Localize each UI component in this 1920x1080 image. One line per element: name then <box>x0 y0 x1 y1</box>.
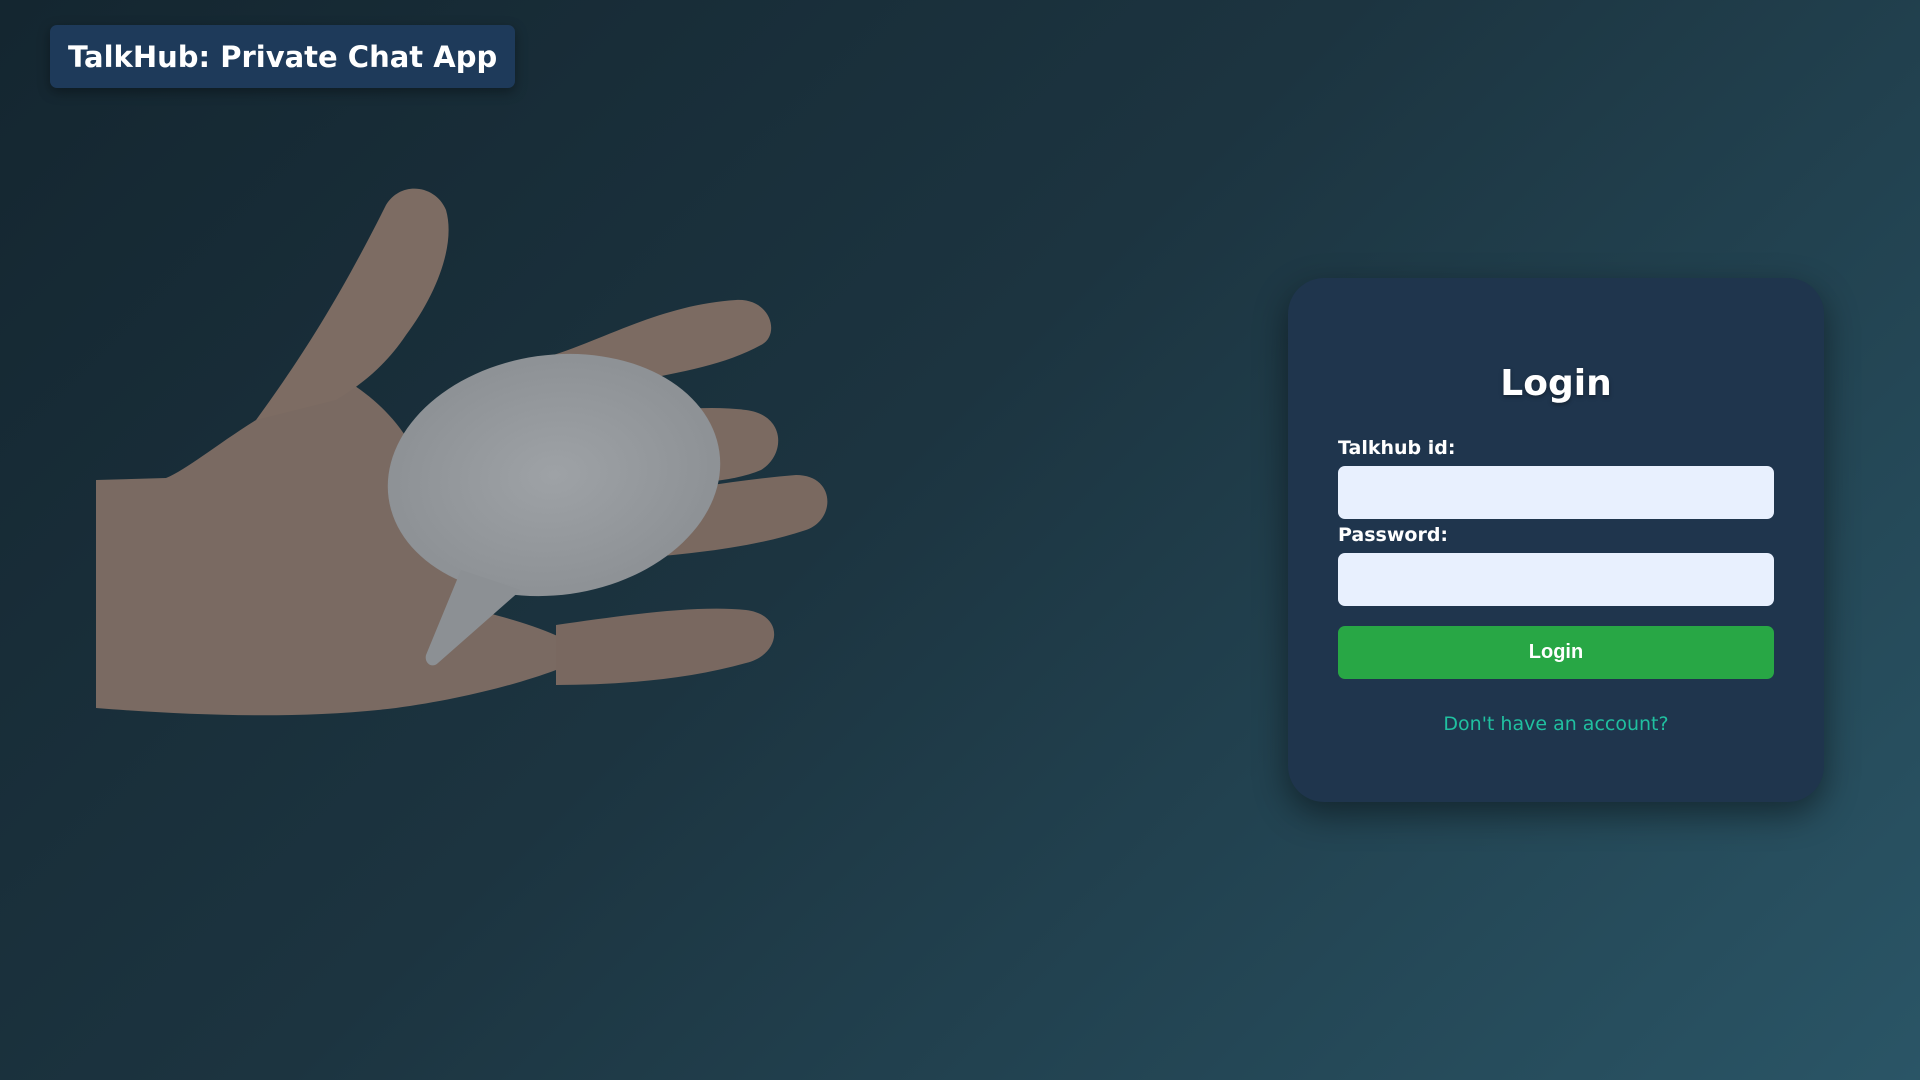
password-label: Password: <box>1338 524 1449 546</box>
login-button[interactable]: Login <box>1338 626 1774 679</box>
app-title: TalkHub: Private Chat App <box>50 25 516 88</box>
talkhub-id-label: Talkhub id: <box>1338 437 1456 459</box>
signup-link[interactable]: Don't have an account? <box>1338 713 1774 735</box>
hand-speech-bubble-icon <box>96 188 828 716</box>
login-heading: Login <box>1500 363 1612 404</box>
password-input[interactable] <box>1338 553 1774 606</box>
login-card: Login Talkhub id: Password: Login Don't … <box>1288 278 1824 802</box>
talkhub-id-input[interactable] <box>1338 466 1774 519</box>
